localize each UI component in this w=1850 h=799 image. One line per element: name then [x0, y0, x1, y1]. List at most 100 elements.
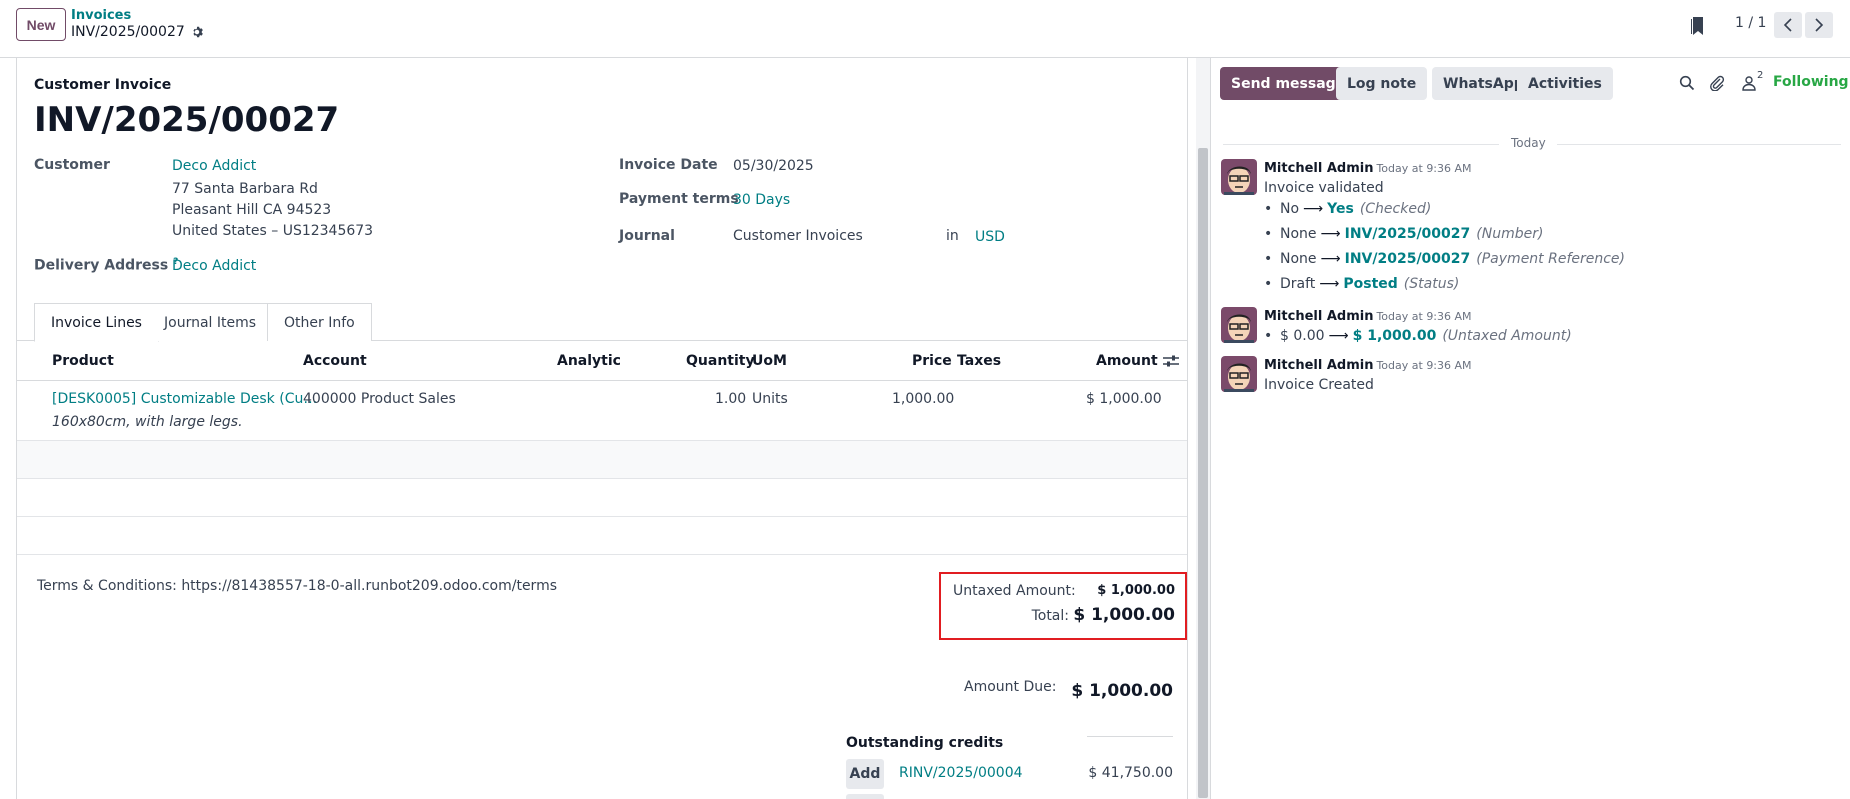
column-amount[interactable]: Amount [1096, 353, 1158, 369]
line-account[interactable]: 400000 Product Sales [303, 391, 456, 407]
total-value: $ 1,000.00 [1073, 605, 1175, 625]
date-separator: Today [1223, 136, 1841, 152]
column-product[interactable]: Product [52, 353, 114, 369]
message-body: Invoice Created [1264, 377, 1374, 393]
new-value: INV/2025/00027 [1344, 251, 1471, 267]
untaxed-amount-value: $ 1,000.00 [1097, 583, 1175, 598]
line-uom[interactable]: Units [752, 391, 788, 407]
column-quantity[interactable]: Quantity [686, 353, 755, 369]
old-value: Draft [1280, 276, 1316, 292]
add-credit-button-2[interactable] [846, 794, 884, 799]
message-author-name[interactable]: Mitchell Admin [1264, 309, 1373, 324]
breadcrumb-invoices[interactable]: Invoices [71, 8, 131, 23]
customer-address-line3: United States – US12345673 [172, 223, 374, 239]
untaxed-amount-label: Untaxed Amount: [953, 583, 1076, 599]
new-value: Yes [1327, 201, 1354, 217]
gear-icon[interactable] [191, 26, 203, 38]
avatar[interactable] [1221, 356, 1257, 392]
user-icon[interactable] [1741, 75, 1757, 91]
pager-previous-button[interactable] [1774, 12, 1802, 38]
currency-field[interactable]: USD [975, 229, 1005, 245]
line-description: 160x80cm, with large legs. [52, 414, 243, 430]
document-type: Customer Invoice [34, 77, 172, 93]
separator-line [1223, 144, 1499, 145]
customer-address-line1: 77 Santa Barbara Rd [172, 181, 318, 197]
field-name: (Untaxed Amount) [1442, 328, 1572, 344]
avatar[interactable] [1221, 159, 1257, 195]
following-button[interactable]: Following [1773, 74, 1849, 90]
column-uom[interactable]: UoM [752, 353, 787, 369]
tab-other-info[interactable]: Other Info [267, 303, 372, 341]
credit-reference-link[interactable]: RINV/2025/00004 [899, 765, 1023, 781]
control-panel: New Invoices INV/2025/00027 1 / 1 [0, 0, 1850, 58]
delivery-address-label: Delivery Address ? [34, 257, 178, 274]
empty-row [17, 441, 1187, 479]
arrow-right-icon: ⟶ [1328, 328, 1349, 344]
tab-journal-items[interactable]: Journal Items [148, 303, 274, 341]
search-icon[interactable] [1679, 75, 1695, 91]
line-price[interactable]: 1,000.00 [892, 391, 954, 407]
breadcrumb-current: INV/2025/00027 [71, 24, 203, 40]
delivery-address-label-text: Delivery Address [34, 257, 169, 274]
avatar-icon [1221, 159, 1257, 195]
avatar[interactable] [1221, 307, 1257, 343]
tracking-change: • None ⟶ INV/2025/00027 (Payment Reference) [1264, 251, 1626, 267]
message-author-name[interactable]: Mitchell Admin [1264, 161, 1373, 176]
amount-due-label: Amount Due: [964, 679, 1057, 695]
tab-invoice-lines[interactable]: Invoice Lines [34, 303, 159, 342]
credit-amount: $ 41,750.00 [1088, 765, 1173, 781]
form-scrollbar[interactable] [1196, 58, 1210, 799]
pager-value[interactable]: 1 / 1 [1735, 15, 1766, 31]
old-value: No [1280, 201, 1300, 217]
invoice-date-label: Invoice Date [619, 157, 718, 173]
optional-columns-icon[interactable] [1163, 354, 1179, 368]
payment-terms-label: Payment terms [619, 191, 739, 207]
bullet: • [1264, 251, 1273, 267]
tracking-change: • Draft ⟶ Posted (Status) [1264, 276, 1459, 292]
line-amount: $ 1,000.00 [1086, 391, 1162, 407]
message-author[interactable]: Mitchell Admin Today at 9:36 AM [1264, 358, 1472, 373]
message-author[interactable]: Mitchell Admin Today at 9:36 AM [1264, 161, 1472, 176]
field-name: (Checked) [1359, 201, 1432, 217]
log-note-button[interactable]: Log note [1336, 67, 1428, 100]
totals-box: Untaxed Amount: $ 1,000.00 Total: $ 1,00… [939, 572, 1187, 640]
message-author-name[interactable]: Mitchell Admin [1264, 358, 1373, 373]
line-product[interactable]: [DESK0005] Customizable Desk (Cu… [52, 391, 317, 407]
scrollbar-thumb[interactable] [1198, 148, 1208, 798]
bullet: • [1264, 328, 1273, 344]
activities-button[interactable]: Activities [1517, 67, 1613, 100]
empty-row [17, 517, 1187, 555]
old-value: None [1280, 226, 1317, 242]
paperclip-icon[interactable] [1709, 75, 1725, 91]
avatar-icon [1221, 356, 1257, 392]
customer-label: Customer [34, 157, 110, 173]
column-taxes[interactable]: Taxes [957, 353, 1001, 369]
followers-count: 2 [1757, 70, 1764, 81]
column-account[interactable]: Account [303, 353, 367, 369]
bookmark-icon[interactable] [1690, 16, 1706, 36]
breadcrumb-current-label: INV/2025/00027 [71, 24, 185, 40]
pager-next-button[interactable] [1805, 12, 1833, 38]
arrow-right-icon: ⟶ [1319, 276, 1340, 292]
new-value: INV/2025/00027 [1344, 226, 1471, 242]
message-time: Today at 9:36 AM [1376, 359, 1472, 372]
old-value: None [1280, 251, 1317, 267]
form-sheet: Customer Invoice INV/2025/00027 Customer… [16, 58, 1188, 799]
line-quantity[interactable]: 1.00 [715, 391, 746, 407]
amount-due-value: $ 1,000.00 [1071, 681, 1173, 701]
column-price[interactable]: Price [912, 353, 952, 369]
chatter-panel: Send message Log note WhatsApp Activitie… [1210, 58, 1850, 799]
column-analytic[interactable]: Analytic [557, 353, 621, 369]
journal-field[interactable]: Customer Invoices [733, 228, 863, 244]
field-name: (Payment Reference) [1476, 251, 1626, 267]
customer-field[interactable]: Deco Addict [172, 158, 256, 174]
date-separator-label: Today [1511, 136, 1546, 150]
message-author[interactable]: Mitchell Admin Today at 9:36 AM [1264, 309, 1472, 324]
payment-terms-field[interactable]: 30 Days [733, 192, 790, 208]
invoice-date-field[interactable]: 05/30/2025 [733, 158, 814, 174]
add-credit-button[interactable]: Add [846, 759, 884, 789]
delivery-address-field[interactable]: Deco Addict [172, 258, 256, 274]
table-row[interactable]: [DESK0005] Customizable Desk (Cu… 160x80… [17, 381, 1187, 441]
new-button[interactable]: New [16, 8, 66, 41]
message-time: Today at 9:36 AM [1376, 310, 1472, 323]
